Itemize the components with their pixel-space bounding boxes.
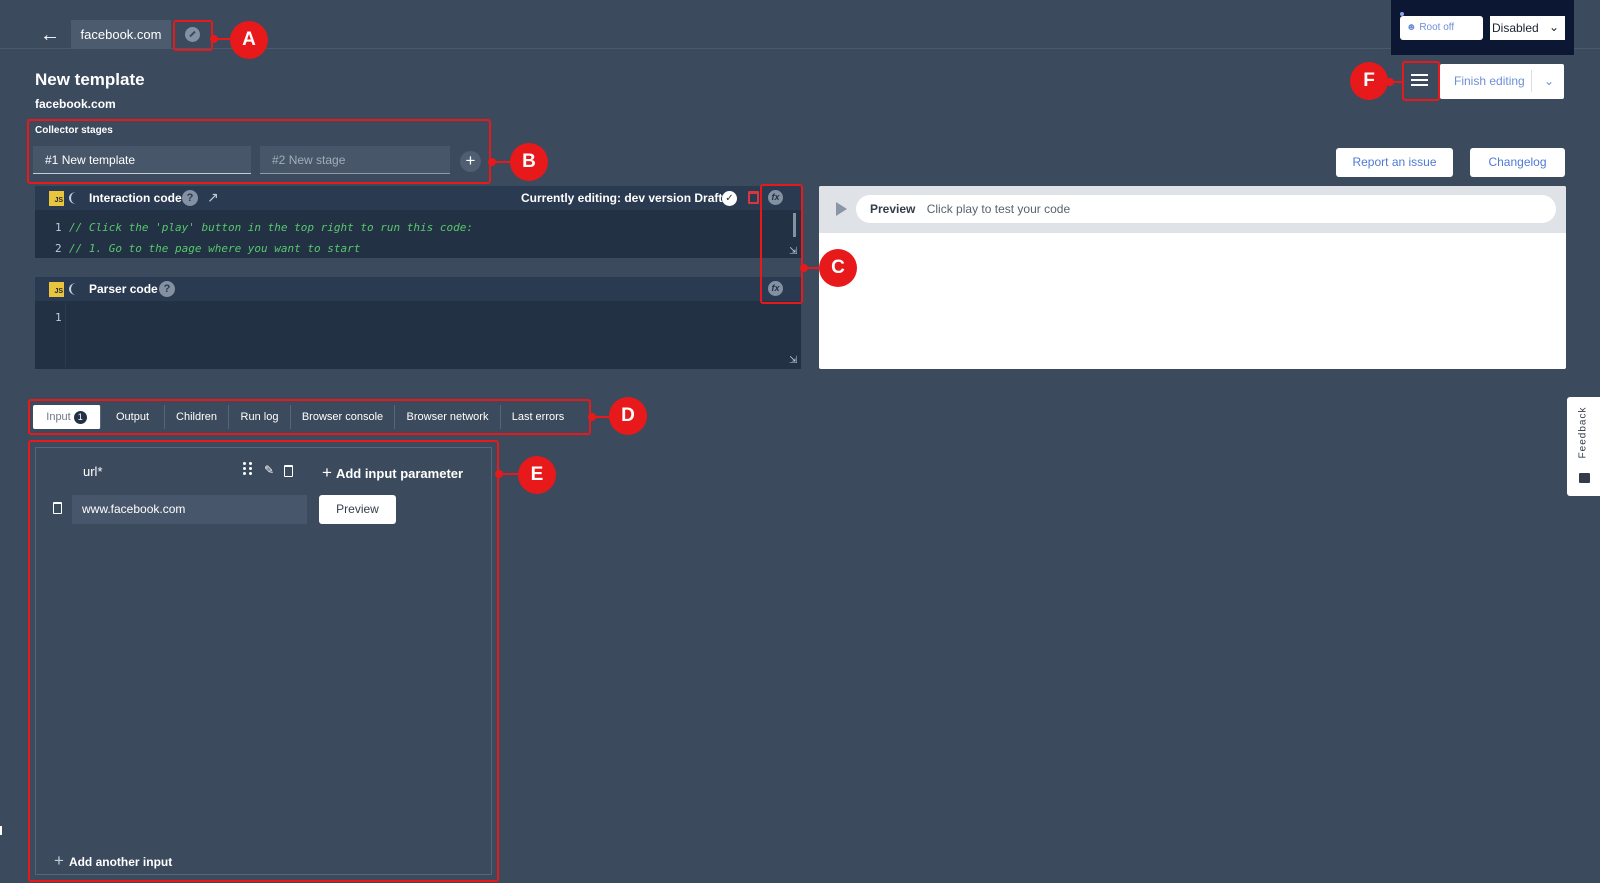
finish-editing-button[interactable]: Finish editing ⌄: [1440, 64, 1564, 99]
annotation-box-e: [28, 440, 499, 882]
page-title: New template: [35, 70, 145, 89]
annotation-box-c: [760, 184, 803, 304]
gutter-divider: [65, 303, 66, 367]
interaction-code-panel: JS Interaction code ? ↗ Currently editin…: [35, 186, 801, 258]
annotation-line-e: [500, 473, 520, 475]
annotation-label-a: A: [230, 21, 268, 59]
expand-icon[interactable]: ↗: [207, 189, 219, 206]
interaction-code-title: Interaction code: [89, 191, 182, 205]
finish-editing-label: Finish editing: [1454, 74, 1525, 88]
feedback-icon: [1579, 473, 1590, 483]
annotation-label-c: C: [819, 249, 857, 287]
preview-label: Preview: [870, 202, 916, 216]
annotation-dot-f: [1386, 78, 1394, 86]
chevron-down-icon[interactable]: ⌄: [1544, 64, 1554, 99]
page-subtitle: facebook.com: [35, 97, 116, 111]
annotation-line-b: [493, 161, 511, 163]
help-icon[interactable]: ?: [159, 281, 175, 297]
feedback-label: Feedback: [1577, 406, 1589, 459]
preview-hint: Click play to test your code: [926, 202, 1071, 216]
mode-select[interactable]: Disabled ⌄: [1490, 16, 1565, 40]
resize-handle[interactable]: ⇲: [789, 355, 797, 366]
parser-code-title: Parser code: [89, 282, 158, 296]
preview-panel: Preview Click play to test your code: [819, 186, 1566, 369]
changelog-button[interactable]: Changelog: [1470, 148, 1565, 177]
annotation-line-d: [593, 416, 610, 418]
preview-header: Preview Click play to test your code: [819, 186, 1566, 233]
mode-select-value: Disabled: [1492, 21, 1539, 35]
check-icon[interactable]: ✓: [722, 191, 737, 206]
wave-icon: [69, 283, 83, 295]
root-toggle-label: Root off: [1419, 22, 1455, 33]
annotation-box-d: [28, 399, 591, 435]
annotation-box-b: [27, 119, 491, 184]
user-icon: ☻: [1406, 22, 1417, 33]
preview-address-bar: Preview Click play to test your code: [856, 195, 1556, 223]
code-line[interactable]: // Click the 'play' button in the top ri…: [69, 221, 473, 234]
play-icon[interactable]: [836, 202, 847, 216]
wave-icon: [69, 192, 83, 204]
help-icon[interactable]: ?: [182, 190, 198, 206]
annotation-label-e: E: [518, 456, 556, 494]
annotation-label-b: B: [510, 143, 548, 181]
button-separator: [1531, 70, 1532, 92]
report-issue-button[interactable]: Report an issue: [1336, 148, 1453, 177]
editing-status: Currently editing: dev version Draft: [521, 191, 723, 205]
annotation-box-a: [173, 20, 213, 51]
annotation-box-f: [1402, 61, 1440, 101]
delete-icon[interactable]: [748, 191, 759, 204]
line-number: 2: [55, 242, 62, 255]
annotation-line-c: [805, 267, 820, 269]
line-number: 1: [55, 221, 62, 234]
annotation-label-f: F: [1350, 62, 1388, 100]
edge-marker: [0, 826, 2, 835]
line-number: 1: [55, 311, 62, 324]
root-toggle[interactable]: ☻ Root off: [1400, 16, 1483, 40]
annotation-label-d: D: [609, 397, 647, 435]
parser-code-panel: JS Parser code ? fx 1 ⇲: [35, 277, 801, 369]
code-line[interactable]: // 1. Go to the page where you want to s…: [69, 242, 360, 255]
js-icon: JS: [49, 191, 64, 206]
feedback-tab[interactable]: Feedback: [1567, 397, 1600, 496]
chevron-down-icon: ⌄: [1548, 20, 1559, 34]
domain-tab[interactable]: facebook.com: [71, 20, 171, 49]
back-arrow-icon[interactable]: ←: [38, 24, 62, 46]
js-icon: JS: [49, 282, 64, 297]
